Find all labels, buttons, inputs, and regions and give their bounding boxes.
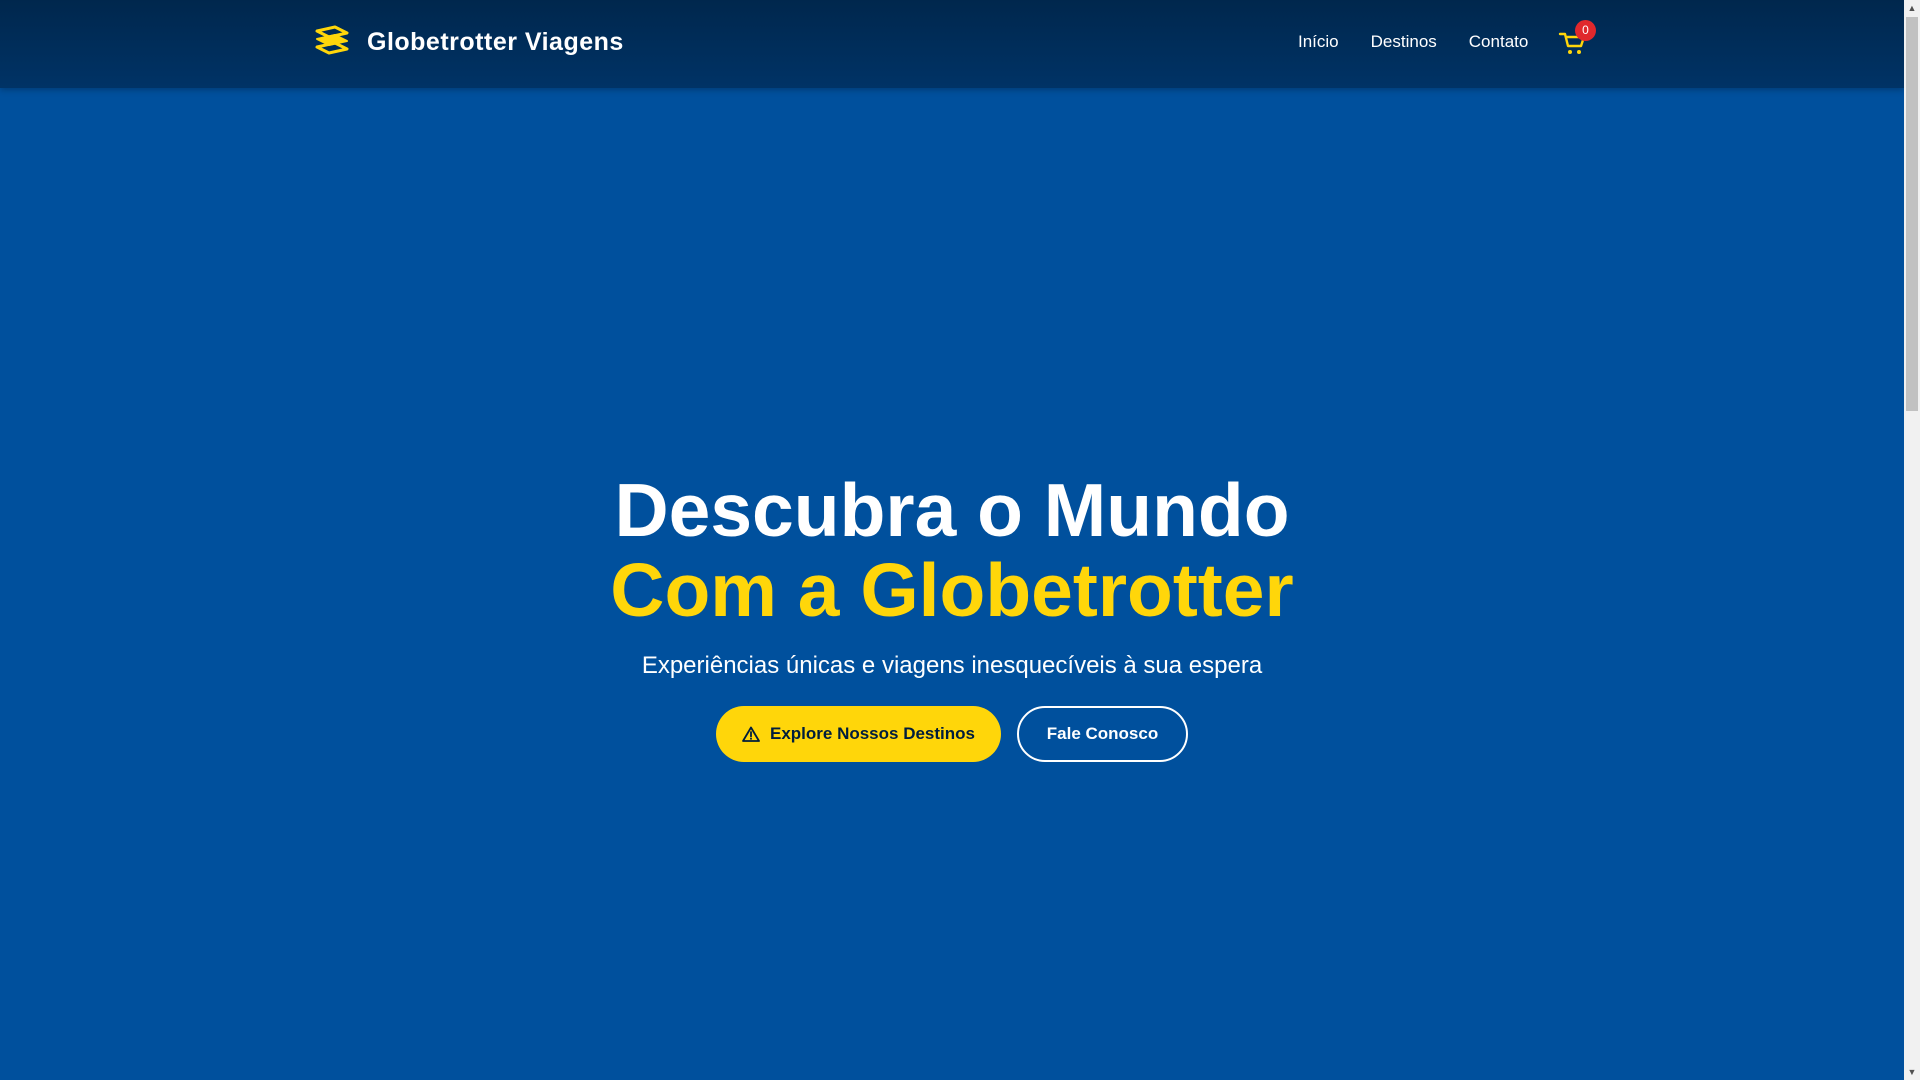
- brand-logo-link[interactable]: Globetrotter Viagens: [313, 25, 624, 59]
- vertical-scrollbar[interactable]: ▲ ▼: [1904, 0, 1920, 1080]
- main-nav: Início Destinos Contato: [1298, 32, 1560, 52]
- nav-link-destinos[interactable]: Destinos: [1371, 32, 1437, 52]
- hero-buttons: Explore Nossos Destinos Fale Conosco: [0, 706, 1904, 762]
- hero-title-line1: Descubra o Mundo: [614, 468, 1290, 552]
- scroll-up-arrow-icon[interactable]: ▲: [1904, 0, 1920, 16]
- scroll-down-arrow-icon[interactable]: ▼: [1904, 1064, 1920, 1080]
- brand-name: Globetrotter Viagens: [367, 27, 624, 56]
- page: Globetrotter Viagens Início Destinos Con…: [0, 0, 1920, 1080]
- nav-link-contato[interactable]: Contato: [1469, 32, 1529, 52]
- hero-subtitle: Experiências únicas e viagens inesquecív…: [641, 652, 1263, 679]
- cart-count-badge: 0: [1575, 20, 1596, 41]
- hero-section: Descubra o Mundo Com a Globetrotter Expe…: [0, 88, 1904, 1080]
- hero-content: Descubra o Mundo Com a Globetrotter Expe…: [0, 470, 1904, 762]
- explore-destinations-label: Explore Nossos Destinos: [769, 724, 975, 743]
- layers-logo-icon: [315, 25, 349, 55]
- scrollbar-thumb[interactable]: [1906, 17, 1918, 411]
- explore-destinations-button[interactable]: Explore Nossos Destinos: [716, 706, 1001, 762]
- warning-triangle-icon: [742, 726, 760, 742]
- nav-link-inicio[interactable]: Início: [1298, 32, 1339, 52]
- hero-title-line2: Com a Globetrotter: [610, 548, 1294, 632]
- site-header: Globetrotter Viagens Início Destinos Con…: [0, 0, 1904, 88]
- contact-us-button[interactable]: Fale Conosco: [1017, 706, 1188, 762]
